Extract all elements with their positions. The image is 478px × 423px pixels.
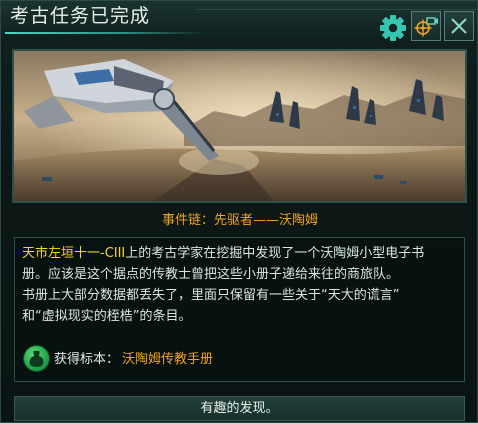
title-underline: [5, 32, 205, 34]
description-text: 天市左垣十一-CIII上的考古学家在挖掘中发现了一个沃陶姆小型电子书 册。应该是…: [22, 243, 462, 327]
excavation-scene-image: [14, 51, 465, 201]
settings-button[interactable]: [378, 13, 408, 43]
description-line-3: 书册上大部分数据都丢失了，里面只保留有一些关于“天大的谎言”: [22, 288, 400, 303]
gear-icon: [380, 15, 406, 41]
window-title: 考古任务已完成: [10, 5, 151, 27]
option-button[interactable]: 有趣的发现。: [14, 396, 465, 421]
description-line-4: 和“虚拟现实的桎梏”的条目。: [22, 309, 192, 324]
description-line-1-rest: 上的考古学家在挖掘中发现了一个沃陶姆小型电子书: [125, 246, 425, 261]
location-link[interactable]: 天市左垣十一-CIII: [22, 246, 125, 261]
event-window: 考古任务已完成 事件链：先驱者——沃陶姆 天市左垣十一-CIII上的考古学家在挖…: [0, 0, 478, 423]
locate-button[interactable]: [411, 11, 441, 41]
reward-value[interactable]: 沃陶姆传教手册: [122, 348, 213, 367]
description-panel: 天市左垣十一-CIII上的考古学家在挖掘中发现了一个沃陶姆小型电子书 册。应该是…: [14, 237, 465, 382]
description-line-1: 天市左垣十一-CIII上的考古学家在挖掘中发现了一个沃陶姆小型电子书: [22, 243, 462, 264]
close-button[interactable]: [444, 11, 474, 41]
close-icon: [451, 18, 467, 34]
specimen-icon: [23, 345, 50, 372]
event-illustration: [12, 49, 467, 203]
reward-label: 获得标本：: [54, 352, 120, 367]
event-chain-label: 事件链：先驱者——沃陶姆: [161, 213, 318, 228]
description-line-2: 册。应该是这个据点的传教士曾把这些小册子递给来往的商旅队。: [22, 267, 400, 282]
crosshair-icon: [414, 17, 438, 37]
title-divider: [197, 9, 477, 10]
